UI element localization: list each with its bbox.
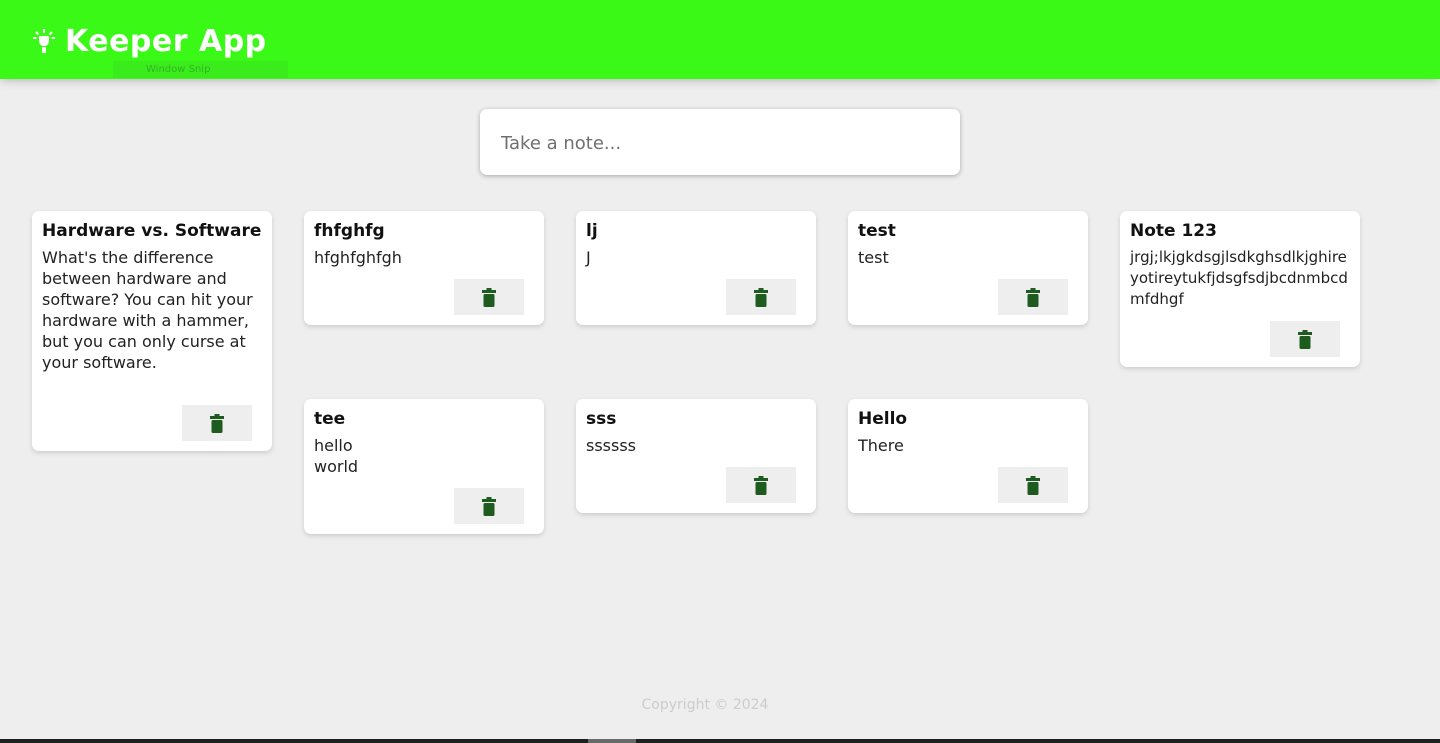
delete-note-button[interactable] <box>998 467 1068 503</box>
trash-icon <box>754 287 768 307</box>
note-content: What's the difference between hardware a… <box>42 248 258 372</box>
trash-icon <box>482 496 496 516</box>
trash-icon <box>210 413 224 433</box>
note-content: J <box>586 248 591 267</box>
delete-note-button[interactable] <box>454 279 524 315</box>
app-title: Keeper App <box>65 24 267 59</box>
delete-note-button[interactable] <box>1270 321 1340 357</box>
trash-icon <box>1026 287 1040 307</box>
trash-icon <box>754 475 768 495</box>
brand: Keeper App <box>32 25 267 59</box>
create-note-form <box>480 109 960 177</box>
note-content: ssssss <box>586 436 637 455</box>
app-header: Keeper App Window Snip <box>0 0 1440 79</box>
note-card: Note 123 jrgj;lkjgkdsgjlsdkghsdlkjghirey… <box>1120 211 1360 367</box>
footer: Copyright © 2024 <box>0 695 1410 715</box>
note-content: There <box>858 436 904 455</box>
trash-icon <box>1026 475 1040 495</box>
note-content: test <box>858 248 889 267</box>
note-title: lj <box>586 221 598 241</box>
copyright-text: Copyright © 2024 <box>641 697 769 713</box>
note-title: test <box>858 221 896 241</box>
delete-note-button[interactable] <box>726 467 796 503</box>
note-input[interactable] <box>499 109 945 177</box>
note-card: lj J <box>576 211 816 325</box>
delete-note-button[interactable] <box>182 405 252 441</box>
note-content: jrgj;lkjgkdsgjlsdkghsdlkjghireyotireytuk… <box>1130 248 1348 308</box>
note-title: fhfghfg <box>314 221 385 241</box>
note-title: Hardware vs. Software <box>42 221 262 241</box>
note-card: Hardware vs. Software What's the differe… <box>32 211 272 451</box>
note-card: tee hello world <box>304 399 544 534</box>
note-title: sss <box>586 409 617 429</box>
delete-note-button[interactable] <box>454 488 524 524</box>
note-card: sss ssssss <box>576 399 816 513</box>
delete-note-button[interactable] <box>998 279 1068 315</box>
trash-icon <box>1298 329 1312 349</box>
note-title: Note 123 <box>1130 221 1217 241</box>
note-title: Hello <box>858 409 908 429</box>
bottom-edge-segment <box>588 739 636 743</box>
note-content: hello world <box>314 436 359 476</box>
trash-icon <box>482 287 496 307</box>
lightbulb-icon <box>33 29 55 53</box>
delete-note-button[interactable] <box>726 279 796 315</box>
note-card: Hello There <box>848 399 1088 513</box>
note-content: hfghfghfgh <box>314 248 402 267</box>
note-card: fhfghfg hfghfghfgh <box>304 211 544 325</box>
window-snip-overlay: Window Snip <box>113 61 288 78</box>
note-title: tee <box>314 409 346 429</box>
window-bottom-edge <box>0 739 1440 743</box>
note-card: test test <box>848 211 1088 325</box>
